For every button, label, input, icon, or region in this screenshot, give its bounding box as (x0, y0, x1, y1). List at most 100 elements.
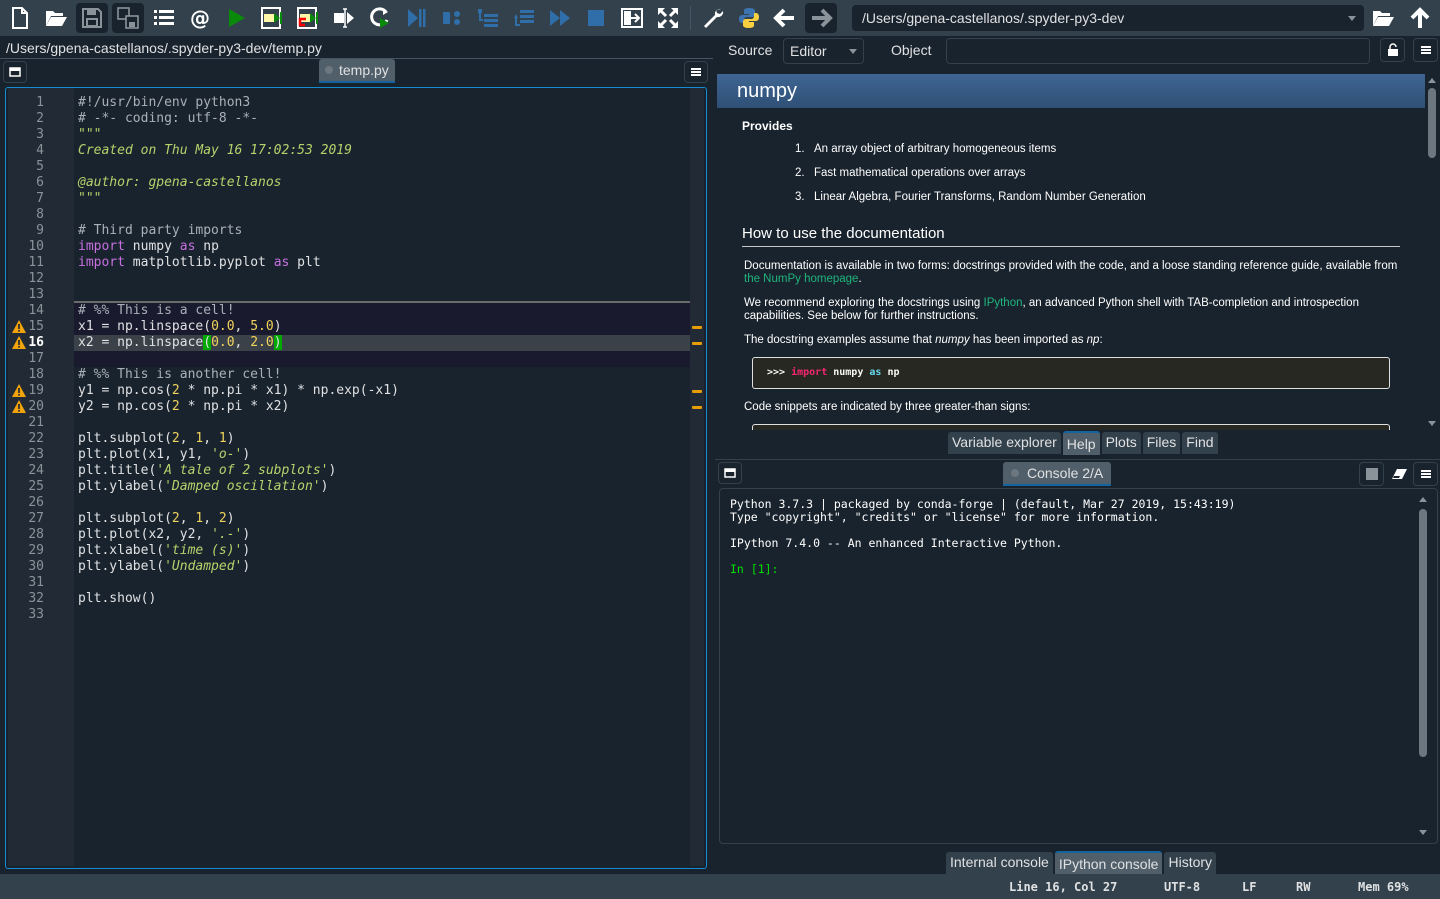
code-line[interactable] (74, 351, 690, 367)
browse-tabs-button[interactable] (3, 61, 27, 83)
rerun-button[interactable] (364, 3, 396, 33)
close-tab-icon[interactable] (325, 66, 333, 74)
code-line[interactable]: plt.show() (74, 591, 690, 607)
code-line[interactable]: # -*- coding: utf-8 -*- (74, 111, 690, 127)
code-line[interactable]: # Third party imports (74, 223, 690, 239)
code-line[interactable]: plt.subplot(2, 1, 2) (74, 511, 690, 527)
warning-flag[interactable] (692, 326, 702, 329)
clear-console-button[interactable] (1387, 462, 1412, 486)
code-line[interactable] (74, 575, 690, 591)
scroll-down-icon[interactable] (1419, 830, 1427, 835)
code-line[interactable]: import numpy as np (74, 239, 690, 255)
ipython-console[interactable]: Python 3.7.3 | packaged by conda-forge |… (719, 488, 1438, 844)
code-line[interactable]: # %% This is a cell! (74, 303, 690, 319)
lock-button[interactable] (1380, 38, 1405, 62)
run-cell-button[interactable] (256, 3, 288, 33)
tab-internal-console[interactable]: Internal console (946, 852, 1053, 874)
code-line[interactable]: y1 = np.cos(2 * np.pi * x1) * np.exp(-x1… (74, 383, 690, 399)
source-combo[interactable]: Editor (783, 38, 864, 64)
code-line[interactable]: plt.subplot(2, 1, 1) (74, 431, 690, 447)
code-line[interactable]: """ (74, 127, 690, 143)
run-selection-button[interactable] (328, 3, 360, 33)
tab-help[interactable]: Help (1062, 431, 1100, 455)
console-tab[interactable]: Console 2/A (1003, 462, 1112, 486)
code-line[interactable]: @author: gpena-castellanos (74, 175, 690, 191)
code-line[interactable]: plt.ylabel('Damped oscillation') (74, 479, 690, 495)
code-line[interactable]: """ (74, 191, 690, 207)
step-into-button[interactable] (472, 3, 504, 33)
console-options-button[interactable] (1413, 462, 1438, 486)
help-scrollbar[interactable] (1426, 74, 1438, 430)
warning-icon[interactable] (12, 336, 26, 349)
numpy-homepage-link[interactable]: the NumPy homepage (744, 273, 858, 285)
ipython-link[interactable]: IPython (984, 297, 1023, 309)
warning-flag[interactable] (692, 390, 702, 393)
scroll-down-icon[interactable] (1428, 421, 1436, 426)
code-line[interactable]: Created on Thu May 16 17:02:53 2019 (74, 143, 690, 159)
code-line[interactable] (74, 159, 690, 175)
continue-button[interactable] (544, 3, 576, 33)
back-button[interactable] (769, 3, 801, 33)
browse-console-tabs-button[interactable] (718, 462, 742, 484)
code-line[interactable] (74, 207, 690, 223)
code-line[interactable]: plt.plot(x2, y2, '.-') (74, 527, 690, 543)
open-file-button[interactable] (40, 3, 72, 33)
code-line[interactable]: x1 = np.linspace(0.0, 5.0) (74, 319, 690, 335)
code-line[interactable] (74, 271, 690, 287)
pythonpath-button[interactable] (733, 3, 765, 33)
code-line[interactable]: plt.title('A tale of 2 subplots') (74, 463, 690, 479)
code-line[interactable] (74, 415, 690, 431)
code-line[interactable]: import matplotlib.pyplot as plt (74, 255, 690, 271)
code-line[interactable]: plt.ylabel('Undamped') (74, 559, 690, 575)
new-file-button[interactable] (4, 3, 36, 33)
warning-icon[interactable] (12, 384, 26, 397)
code-line[interactable]: #!/usr/bin/env python3 (74, 95, 690, 111)
object-input[interactable] (946, 38, 1370, 64)
save-all-button[interactable] (112, 3, 144, 33)
working-directory-combo[interactable]: /Users/gpena-castellanos/.spyder-py3-dev (852, 5, 1364, 31)
step-button[interactable] (436, 3, 468, 33)
warning-flag[interactable] (692, 406, 702, 409)
maximize-pane-button[interactable] (616, 3, 648, 33)
step-return-button[interactable] (508, 3, 540, 33)
debug-button[interactable] (400, 3, 432, 33)
tab-ipython-console[interactable]: IPython console (1054, 851, 1163, 875)
code-line[interactable] (74, 495, 690, 511)
scroll-up-icon[interactable] (1419, 497, 1427, 502)
interrupt-kernel-button[interactable] (1359, 462, 1384, 486)
tab-find[interactable]: Find (1182, 432, 1218, 454)
code-line[interactable]: plt.xlabel('time (s)') (74, 543, 690, 559)
code-area[interactable]: #!/usr/bin/env python3 # -*- coding: utf-… (74, 88, 690, 866)
at-button[interactable]: @ (184, 3, 216, 33)
tab-plots[interactable]: Plots (1101, 432, 1141, 454)
console-scrollbar[interactable] (1417, 493, 1429, 839)
console-prompt[interactable]: In [1]: (730, 563, 1235, 576)
warning-icon[interactable] (12, 400, 26, 413)
code-editor[interactable]: 1 2 3 4 5 6 7 8 9 10 11 12 13 14 15 16 17 18 19 20 21 22 23 24 2… (5, 87, 707, 869)
scrollbar-thumb[interactable] (1428, 88, 1436, 158)
scrollbar-thumb[interactable] (1419, 509, 1427, 757)
warning-flag[interactable] (692, 342, 702, 345)
scroll-up-icon[interactable] (1428, 78, 1436, 83)
editor-options-button[interactable] (684, 61, 708, 83)
code-line[interactable]: plt.plot(x1, y1, 'o-') (74, 447, 690, 463)
code-line[interactable]: x2 = np.linspace(0.0, 2.0) (74, 335, 690, 351)
save-file-button[interactable] (76, 3, 108, 33)
code-line[interactable]: y2 = np.cos(2 * np.pi * x2) (74, 399, 690, 415)
code-line[interactable] (74, 287, 690, 303)
tab-files[interactable]: Files (1142, 432, 1181, 454)
run-cell-advance-button[interactable] (292, 3, 324, 33)
code-line[interactable] (74, 607, 690, 623)
forward-button[interactable] (805, 3, 837, 33)
code-line[interactable]: # %% This is another cell! (74, 367, 690, 383)
tab-variable-explorer[interactable]: Variable explorer (948, 432, 1061, 454)
parent-directory-button[interactable] (1404, 3, 1436, 33)
outline-button[interactable] (148, 3, 180, 33)
help-options-button[interactable] (1413, 38, 1438, 62)
scrollflag-area[interactable] (690, 88, 704, 866)
warning-icon[interactable] (12, 320, 26, 333)
browse-directory-button[interactable] (1367, 3, 1399, 33)
fullscreen-button[interactable] (652, 3, 684, 33)
preferences-button[interactable] (697, 3, 729, 33)
tab-history[interactable]: History (1164, 852, 1217, 874)
